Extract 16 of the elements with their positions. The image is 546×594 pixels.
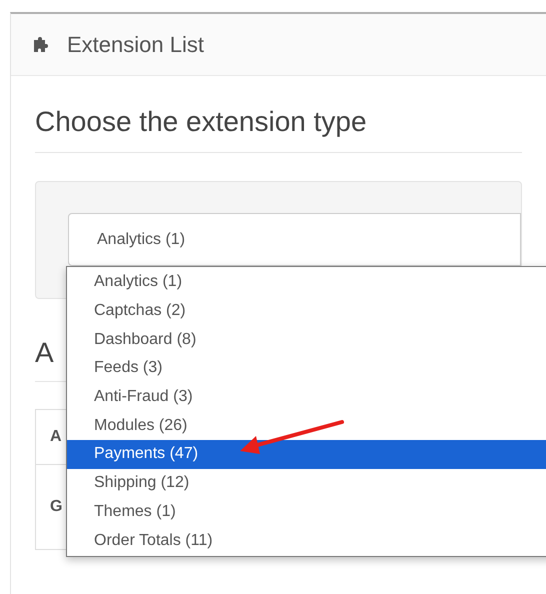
dropdown-option[interactable]: Analytics (1) bbox=[67, 268, 546, 297]
dropdown-option[interactable]: Captchas (2) bbox=[67, 296, 546, 326]
section-heading: A bbox=[35, 336, 54, 370]
panel-title: Extension List bbox=[67, 31, 204, 59]
dropdown-option[interactable]: Order Totals (11) bbox=[67, 526, 546, 555]
dropdown-option[interactable]: Themes (1) bbox=[67, 498, 546, 526]
column-header: A bbox=[50, 428, 62, 445]
dropdown-option[interactable]: Anti-Fraud (3) bbox=[67, 382, 546, 412]
dropdown-option[interactable]: Dashboard (8) bbox=[67, 325, 546, 354]
dropdown-option[interactable]: Shipping (12) bbox=[67, 468, 546, 498]
dropdown-option[interactable]: Feeds (3) bbox=[67, 354, 546, 383]
table-cell: G bbox=[50, 498, 62, 515]
extension-type-select[interactable]: Analytics (1) bbox=[68, 213, 521, 266]
page-heading: Choose the extension type bbox=[35, 105, 368, 139]
dropdown-option[interactable]: Modules (26) bbox=[67, 411, 546, 440]
dropdown-option[interactable]: Payments (47) bbox=[67, 440, 546, 469]
